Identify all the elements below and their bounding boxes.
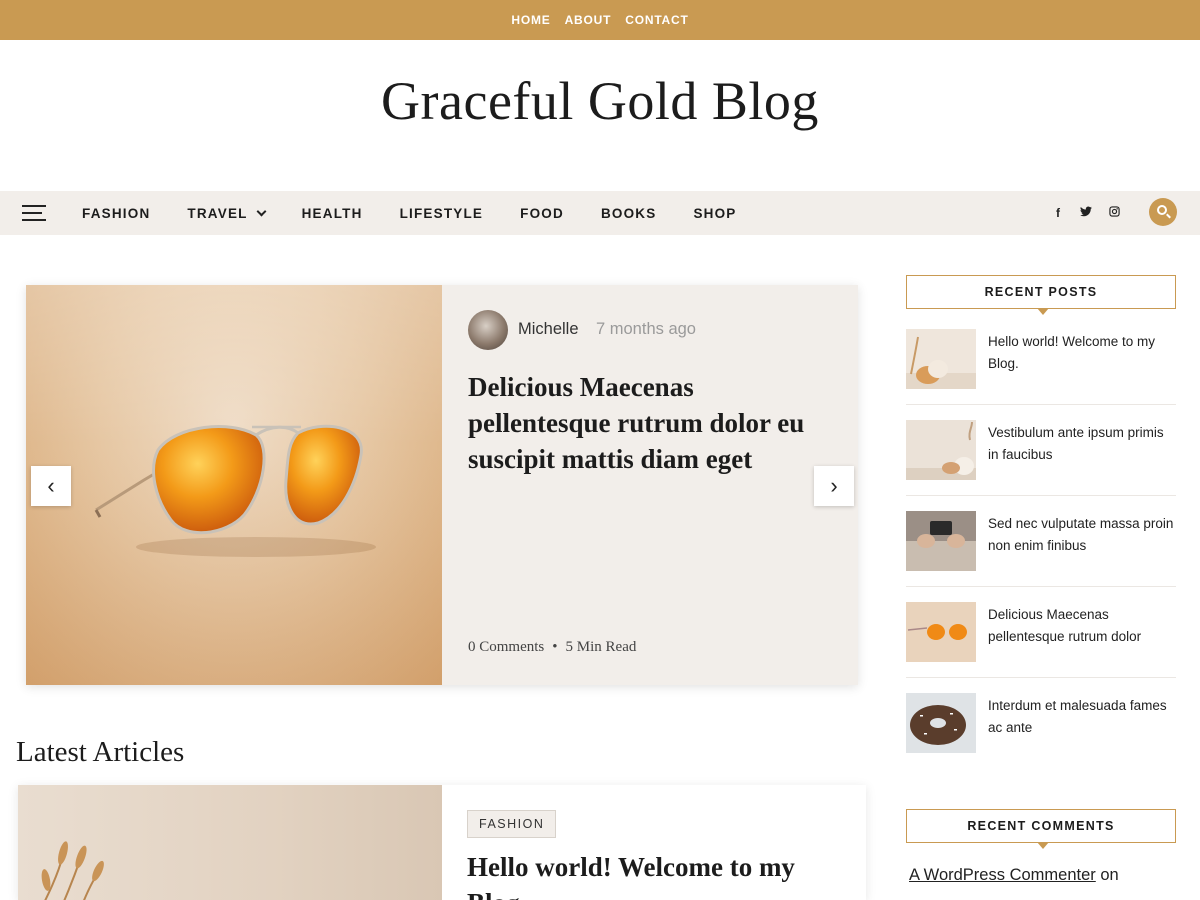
nav-item-fashion[interactable]: FASHION — [82, 206, 150, 221]
recent-post-item: Delicious Maecenas pellentesque rutrum d… — [906, 602, 1176, 693]
nav-item-books[interactable]: BOOKS — [601, 206, 657, 221]
recent-post-title[interactable]: Sed nec vulputate massa proin non enim f… — [988, 513, 1176, 557]
hamburger-menu-icon[interactable] — [22, 205, 46, 221]
top-nav-about[interactable]: ABOUT — [565, 13, 612, 27]
slide-meta: 0 Comments • 5 Min Read — [468, 639, 636, 656]
comment-connector: on — [1100, 866, 1119, 884]
recent-post-title[interactable]: Vestibulum ante ipsum primis in faucibus — [988, 422, 1176, 466]
divider — [906, 677, 1176, 678]
top-nav-home[interactable]: HOME — [511, 13, 550, 27]
recent-post-title[interactable]: Interdum et malesuada fames ac ante — [988, 695, 1176, 739]
divider — [906, 404, 1176, 405]
read-time: 5 Min Read — [565, 639, 637, 655]
slide-title[interactable]: Delicious Maecenas pellentesque rutrum d… — [468, 369, 828, 477]
nav-item-food[interactable]: FOOD — [520, 206, 564, 221]
featured-slider: Michelle 7 months ago Delicious Maecenas… — [26, 285, 858, 685]
post-date[interactable]: 7 months ago — [596, 320, 696, 339]
facebook-icon[interactable]: f — [1052, 206, 1064, 220]
nav-item-label: HEALTH — [301, 205, 363, 221]
recent-post-item: Sed nec vulputate massa proin non enim f… — [906, 511, 1176, 602]
commenter-link[interactable]: A WordPress Commenter — [909, 866, 1096, 884]
recent-post-item: Interdum et malesuada fames ac ante — [906, 693, 1176, 784]
comments-count[interactable]: 0 Comments — [468, 639, 544, 655]
divider — [906, 495, 1176, 496]
nav-item-travel[interactable]: TRAVEL — [187, 205, 267, 221]
slider-prev-button[interactable]: ‹ — [31, 466, 71, 506]
nav-item-label: TRAVEL — [187, 205, 248, 221]
recent-comment-item: A WordPress Commenter on — [909, 866, 1119, 885]
twitter-icon[interactable] — [1080, 206, 1092, 220]
main-nav: FASHION TRAVEL HEALTH LIFESTYLE FOOD BOO… — [0, 191, 1200, 235]
nav-item-label: FASHION — [82, 205, 151, 221]
site-title[interactable]: Graceful Gold Blog — [0, 70, 1200, 132]
recent-post-item: Hello world! Welcome to my Blog. — [906, 329, 1176, 420]
chevron-right-icon: › — [830, 473, 838, 498]
search-button[interactable] — [1149, 198, 1177, 226]
article-title[interactable]: Hello world! Welcome to my Blog — [467, 849, 847, 900]
widget-title-label: RECENT POSTS — [984, 285, 1098, 299]
recent-post-title[interactable]: Delicious Maecenas pellentesque rutrum d… — [988, 604, 1176, 648]
meta-separator: • — [552, 639, 558, 655]
nav-item-label: FOOD — [520, 205, 564, 221]
recent-posts-title: RECENT POSTS — [906, 275, 1176, 315]
widget-title-label: RECENT COMMENTS — [967, 819, 1115, 833]
recent-post-thumbnail[interactable] — [906, 693, 976, 753]
article-card: FASHION Hello world! Welcome to my Blog — [18, 785, 866, 900]
nav-item-label: BOOKS — [600, 205, 657, 221]
latest-articles-heading: Latest Articles — [16, 736, 185, 768]
recent-post-thumbnail[interactable] — [906, 420, 976, 480]
social-links: f — [1052, 191, 1120, 235]
slide-content: Michelle 7 months ago Delicious Maecenas… — [442, 285, 858, 685]
slide-image-sunglasses[interactable] — [26, 285, 442, 685]
recent-post-thumbnail[interactable] — [906, 511, 976, 571]
chevron-left-icon: ‹ — [47, 473, 55, 498]
recent-post-thumbnail[interactable] — [906, 329, 976, 389]
recent-comments-title: RECENT COMMENTS — [906, 809, 1176, 849]
top-nav-contact[interactable]: CONTACT — [625, 13, 688, 27]
slider-next-button[interactable]: › — [814, 466, 854, 506]
nav-item-shop[interactable]: SHOP — [693, 206, 736, 221]
author-name[interactable]: Michelle — [518, 320, 579, 339]
nav-item-label: LIFESTYLE — [399, 205, 484, 221]
top-nav: HOME ABOUT CONTACT — [0, 0, 1200, 40]
notch-icon — [1037, 308, 1049, 315]
nav-item-health[interactable]: HEALTH — [302, 206, 363, 221]
chevron-down-icon — [256, 206, 267, 216]
recent-post-item: Vestibulum ante ipsum primis in faucibus — [906, 420, 1176, 511]
nav-item-lifestyle[interactable]: LIFESTYLE — [400, 206, 484, 221]
divider — [906, 586, 1176, 587]
category-badge[interactable]: FASHION — [467, 810, 557, 838]
instagram-icon[interactable] — [1108, 206, 1120, 220]
author-avatar[interactable] — [468, 310, 508, 350]
nav-item-label: SHOP — [693, 205, 737, 221]
notch-icon — [1037, 842, 1049, 849]
recent-post-thumbnail[interactable] — [906, 602, 976, 662]
article-image[interactable] — [18, 785, 442, 900]
recent-post-title[interactable]: Hello world! Welcome to my Blog. — [988, 331, 1176, 375]
